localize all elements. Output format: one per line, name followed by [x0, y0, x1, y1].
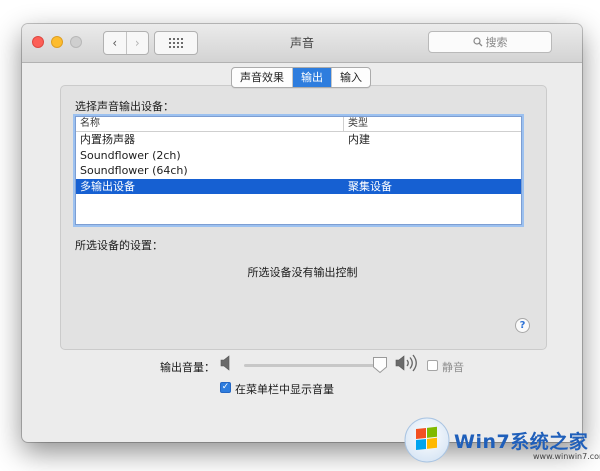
- grid-icon: [169, 38, 183, 48]
- search-field[interactable]: 搜索: [428, 31, 552, 53]
- device-name: 多输出设备: [80, 179, 135, 193]
- show-volume-in-menubar-label: 在菜单栏中显示音量: [235, 383, 334, 396]
- volume-slider-track[interactable]: [244, 364, 382, 367]
- table-row[interactable]: Soundflower (2ch): [76, 148, 521, 164]
- device-name: Soundflower (2ch): [80, 148, 181, 162]
- back-forward-buttons: ‹ ›: [103, 31, 149, 55]
- column-header-type[interactable]: 类型: [344, 117, 521, 131]
- tab-output[interactable]: 输出: [292, 68, 331, 87]
- table-row-selected[interactable]: 多输出设备 聚集设备: [76, 178, 521, 194]
- speaker-high-icon: [395, 354, 417, 372]
- no-output-controls-text: 所选设备没有输出控制: [247, 266, 358, 279]
- tab-input[interactable]: 输入: [331, 68, 370, 87]
- device-type: [344, 148, 521, 164]
- volume-slider-knob[interactable]: [372, 356, 388, 374]
- selected-device-settings-label: 所选设备的设置：: [75, 239, 163, 252]
- title-bar: ‹ › 声音 搜索: [22, 24, 582, 63]
- output-device-table[interactable]: 名称 类型 内置扬声器 内建 Soundflower (2ch) Soundfl…: [75, 116, 522, 225]
- back-button[interactable]: ‹: [104, 32, 126, 54]
- select-output-device-label: 选择声音输出设备：: [75, 100, 174, 113]
- show-all-button[interactable]: [154, 31, 198, 55]
- search-placeholder: 搜索: [485, 36, 508, 49]
- table-header: 名称 类型: [76, 117, 521, 132]
- mute-label: 静音: [442, 361, 464, 374]
- minimize-button[interactable]: [51, 36, 63, 48]
- tab-bar: 声音效果 输出 输入: [231, 67, 371, 88]
- show-volume-in-menubar-checkbox[interactable]: ✓: [220, 382, 231, 393]
- device-type: 聚集设备: [348, 179, 392, 193]
- zoom-button[interactable]: [70, 36, 82, 48]
- device-type: 内建: [348, 133, 370, 146]
- watermark-url: www.winwin7.com: [533, 452, 600, 461]
- sound-preferences-window: ‹ › 声音 搜索 声音效果 输出 输入 选择声音输出设备： 名称 类型 内置扬…: [22, 24, 582, 442]
- column-header-name[interactable]: 名称: [76, 117, 344, 131]
- mute-checkbox[interactable]: [427, 360, 438, 371]
- help-button[interactable]: ?: [515, 318, 530, 333]
- table-row[interactable]: Soundflower (64ch): [76, 163, 521, 179]
- device-name: 内置扬声器: [80, 133, 135, 146]
- device-name: Soundflower (64ch): [80, 164, 188, 177]
- table-row[interactable]: 内置扬声器 内建: [76, 132, 521, 148]
- output-volume-label: 输出音量：: [160, 361, 215, 374]
- tab-sound-effects[interactable]: 声音效果: [232, 68, 292, 87]
- speaker-low-icon: [220, 355, 230, 371]
- watermark-text: Win7系统之家: [454, 431, 589, 453]
- forward-button[interactable]: ›: [125, 32, 149, 54]
- search-icon: [472, 37, 482, 47]
- device-type: [344, 163, 521, 179]
- close-button[interactable]: [32, 36, 44, 48]
